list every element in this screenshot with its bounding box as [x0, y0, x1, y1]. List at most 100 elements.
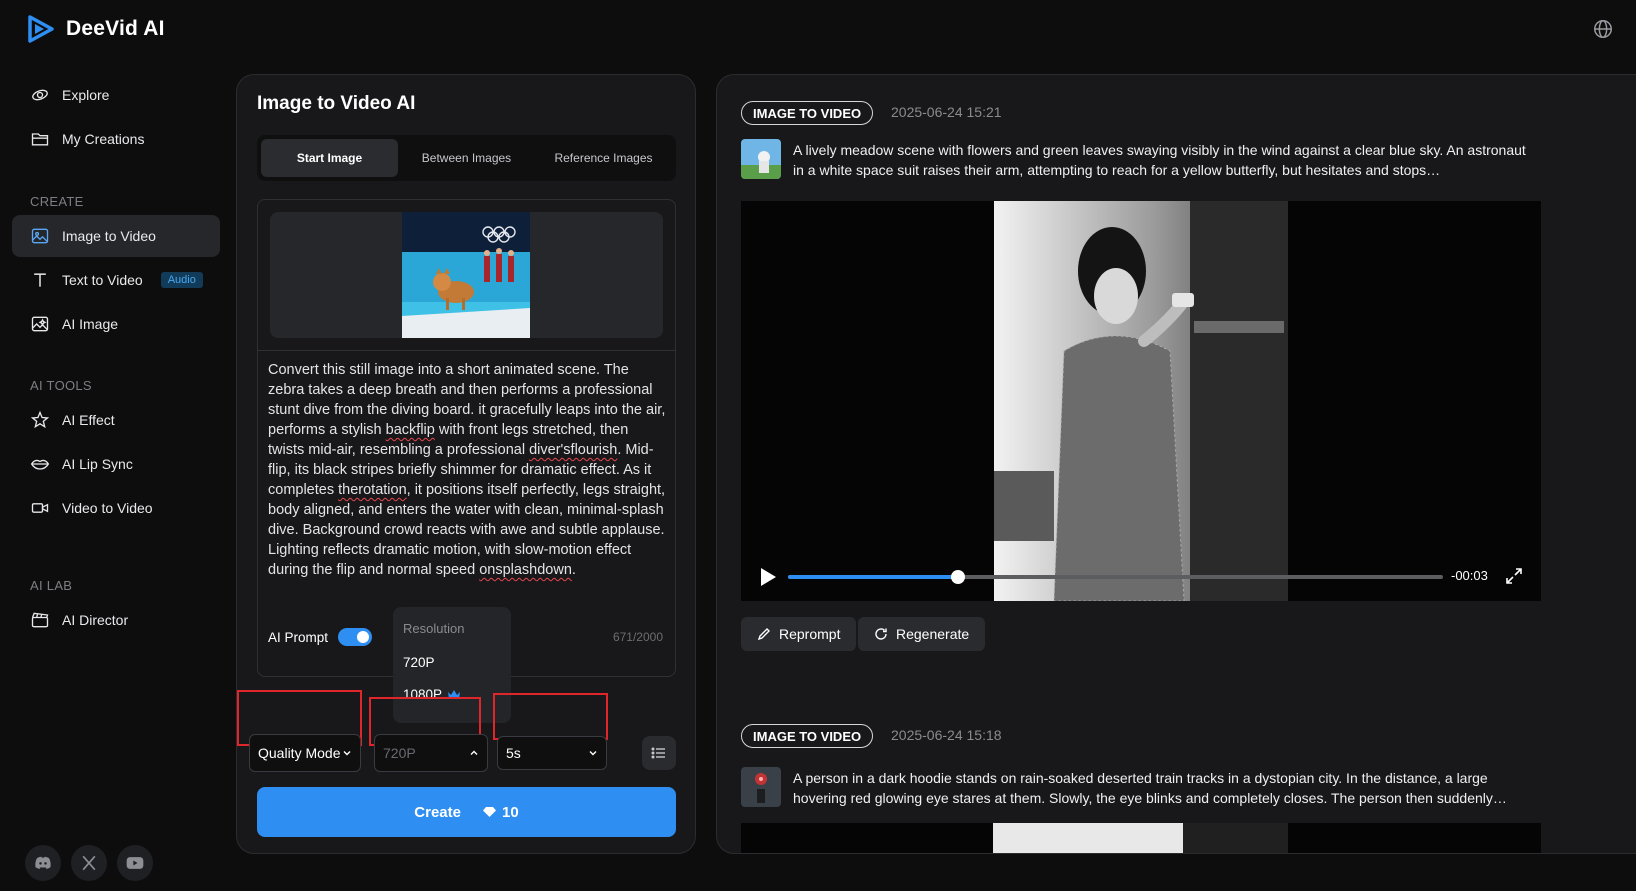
uploaded-image-thumbnail[interactable] — [402, 212, 530, 338]
credit-cost: 10 — [483, 804, 519, 821]
sidebar-item-label: AI Lip Sync — [62, 456, 133, 472]
discord-link[interactable] — [25, 845, 61, 881]
tab-start-image[interactable]: Start Image — [261, 139, 398, 177]
resolution-select[interactable]: 720P — [374, 734, 488, 772]
misspelled-word: therotation — [338, 482, 407, 498]
audio-badge: Audio — [160, 272, 203, 288]
video-player[interactable] — [741, 823, 1541, 853]
prompt-textarea[interactable]: Convert this still image into a short an… — [268, 360, 668, 580]
ai-prompt-toggle[interactable] — [338, 628, 373, 646]
sidebar-heading-ai-tools: AI TOOLS — [30, 378, 92, 393]
entry-thumbnail[interactable] — [741, 139, 781, 179]
misspelled-word: onsplashdown — [479, 562, 572, 578]
video-frame — [1183, 823, 1288, 853]
app-logo[interactable]: DeeVid AI — [26, 14, 165, 44]
text-icon — [34, 273, 46, 287]
divider — [258, 350, 675, 351]
image-upload-area[interactable] — [270, 212, 663, 338]
play-icon[interactable] — [759, 567, 777, 587]
entry-type-chip: IMAGE TO VIDEO — [741, 724, 874, 748]
tab-reference-images[interactable]: Reference Images — [535, 139, 672, 177]
chevron-down-icon — [343, 751, 351, 756]
folder-icon — [31, 133, 49, 146]
sidebar-item-video-to-video[interactable]: Video to Video — [12, 487, 220, 529]
ai-image-icon — [31, 316, 49, 332]
entry-type-chip: IMAGE TO VIDEO — [741, 101, 874, 125]
select-value: Quality Mode — [258, 745, 341, 761]
more-options-button[interactable] — [642, 736, 676, 770]
sidebar-item-label: Video to Video — [62, 500, 153, 516]
deevid-logo-icon — [28, 15, 54, 43]
entry-description: A lively meadow scene with flowers and g… — [793, 142, 1526, 178]
video-frame — [994, 201, 1288, 601]
button-label: Regenerate — [896, 626, 970, 642]
option-label: 720P — [403, 655, 435, 670]
youtube-icon — [126, 857, 144, 869]
explore-icon — [32, 89, 48, 101]
youtube-link[interactable] — [117, 845, 153, 881]
entry-thumbnail[interactable] — [741, 767, 781, 807]
tab-between-images[interactable]: Between Images — [398, 139, 535, 177]
select-value: 720P — [383, 745, 416, 761]
sidebar-item-text-to-video[interactable]: Text to Video Audio — [12, 259, 220, 301]
discord-icon — [35, 856, 51, 869]
sidebar-item-label: Explore — [62, 87, 110, 103]
diamond-icon — [483, 807, 496, 817]
sidebar-item-image-to-video[interactable]: Image to Video — [12, 215, 220, 257]
regenerate-button[interactable]: Regenerate — [858, 617, 986, 651]
sidebar-item-my-creations[interactable]: My Creations — [12, 118, 220, 160]
sidebar-item-label: Image to Video — [62, 228, 156, 244]
create-label: Create — [414, 803, 461, 821]
clapper-icon — [31, 612, 49, 628]
resolution-option-720p[interactable]: 720P — [403, 655, 435, 670]
chevron-up-icon — [470, 750, 478, 755]
select-value: 5s — [506, 745, 521, 761]
sidebar-item-label: AI Director — [62, 612, 129, 628]
fullscreen-icon[interactable] — [1505, 567, 1523, 585]
quality-mode-select[interactable]: Quality Mode — [249, 734, 361, 772]
video-player[interactable]: -00:03 — [741, 201, 1541, 601]
x-icon — [82, 855, 96, 871]
sidebar-item-label: AI Effect — [62, 412, 115, 428]
app-name: DeeVid AI — [66, 17, 165, 40]
entry-timestamp: 2025-06-24 15:21 — [891, 104, 1002, 120]
sidebar-item-ai-image[interactable]: AI Image — [12, 303, 220, 345]
sidebar-item-ai-director[interactable]: AI Director — [12, 599, 220, 641]
prompt-segment: . — [571, 562, 576, 578]
sidebar-item-explore[interactable]: Explore — [12, 74, 220, 116]
sidebar-item-ai-effect[interactable]: AI Effect — [12, 399, 220, 441]
sidebar-heading-ai-lab: AI LAB — [30, 578, 73, 593]
highlight-frame — [493, 693, 608, 740]
creator-panel: Image to Video AI Start Image Between Im… — [236, 74, 696, 854]
x-link[interactable] — [71, 845, 107, 881]
progress-bar[interactable] — [788, 570, 1443, 584]
entry-description: A person in a dark hoodie stands on rain… — [793, 770, 1507, 806]
panel-title: Image to Video AI — [257, 93, 416, 114]
time-remaining: -00:03 — [1451, 568, 1488, 583]
reprompt-button[interactable]: Reprompt — [741, 617, 857, 651]
sidebar-item-label: AI Image — [62, 316, 119, 332]
ai-prompt-label: AI Prompt — [268, 629, 329, 645]
progress-handle[interactable] — [951, 570, 966, 584]
ai-prompt-control: AI Prompt — [268, 628, 373, 646]
list-icon — [651, 747, 665, 759]
duration-select[interactable]: 5s — [497, 736, 607, 770]
entry-timestamp: 2025-06-24 15:18 — [891, 727, 1002, 743]
image-icon — [31, 228, 49, 244]
credit-amount: 10 — [502, 803, 519, 821]
misspelled-word: backflip — [385, 422, 435, 438]
create-button[interactable]: Create 10 — [257, 787, 676, 837]
misspelled-word: diver'sflourish — [529, 442, 618, 458]
sidebar-item-ai-lip-sync[interactable]: AI Lip Sync — [12, 443, 220, 485]
sparkle-icon — [30, 410, 50, 429]
video-camera-icon — [31, 503, 49, 513]
sidebar-heading-create: CREATE — [30, 194, 84, 209]
progress-fill — [788, 575, 959, 579]
refresh-icon — [875, 628, 887, 640]
input-card: Convert this still image into a short an… — [257, 199, 676, 677]
globe-icon[interactable] — [1592, 18, 1614, 40]
chevron-down-icon — [589, 751, 597, 756]
button-label: Reprompt — [779, 626, 841, 642]
character-counter: 671/2000 — [612, 630, 663, 644]
history-panel: IMAGE TO VIDEO 2025-06-24 15:21 A lively… — [716, 74, 1636, 854]
